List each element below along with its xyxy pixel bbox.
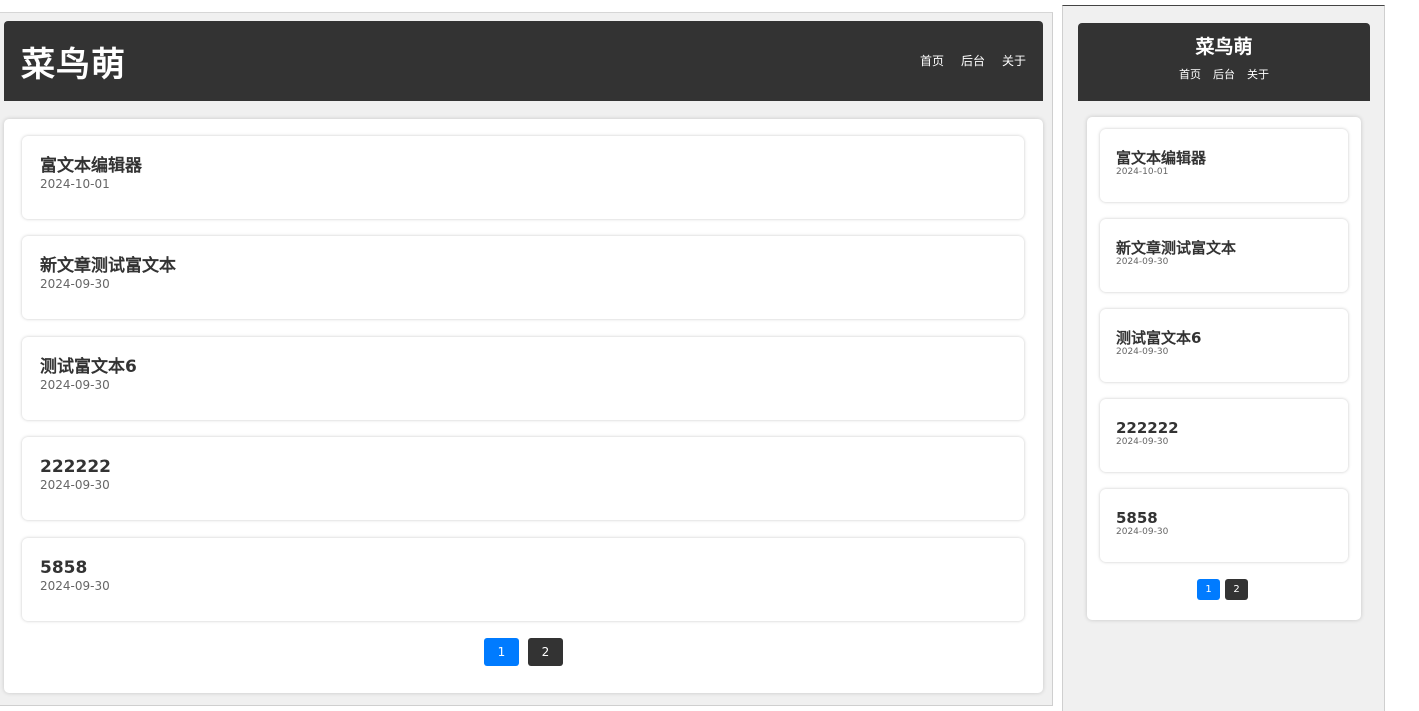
- post-title[interactable]: 5858: [1116, 509, 1332, 527]
- post-card[interactable]: 富文本编辑器 2024-10-01: [1100, 129, 1348, 202]
- site-logo[interactable]: 菜鸟萌: [21, 37, 126, 86]
- site-logo[interactable]: 菜鸟萌: [1078, 35, 1370, 59]
- post-card[interactable]: 5858 2024-09-30: [1100, 489, 1348, 562]
- post-card[interactable]: 222222 2024-09-30: [22, 437, 1024, 520]
- post-card[interactable]: 新文章测试富文本 2024-09-30: [1100, 219, 1348, 292]
- post-card[interactable]: 222222 2024-09-30: [1100, 399, 1348, 472]
- post-date: 2024-09-30: [1116, 257, 1169, 267]
- post-title[interactable]: 5858: [40, 558, 1006, 578]
- main-nav: 首页 后台 关于: [920, 52, 1026, 69]
- post-title[interactable]: 新文章测试富文本: [40, 256, 1006, 276]
- post-title[interactable]: 222222: [40, 457, 1006, 477]
- post-list-panel-mobile: 富文本编辑器 2024-10-01 新文章测试富文本 2024-09-30 测试…: [1087, 117, 1361, 620]
- post-title[interactable]: 222222: [1116, 419, 1332, 437]
- post-title[interactable]: 富文本编辑器: [40, 156, 1006, 176]
- page-button-1[interactable]: 1: [484, 638, 519, 666]
- pagination-mobile: 1 2: [1197, 579, 1248, 600]
- main-nav-mobile: 首页 后台 关于: [1078, 66, 1370, 82]
- nav-link-about[interactable]: 关于: [1002, 52, 1026, 69]
- post-card[interactable]: 测试富文本6 2024-09-30: [1100, 309, 1348, 382]
- post-date: 2024-09-30: [1116, 347, 1169, 357]
- post-title[interactable]: 富文本编辑器: [1116, 149, 1332, 167]
- post-title[interactable]: 测试富文本6: [1116, 329, 1332, 347]
- post-list-panel: 富文本编辑器 2024-10-01 新文章测试富文本 2024-09-30 测试…: [4, 119, 1043, 693]
- site-header: 菜鸟萌 首页 后台 关于: [4, 21, 1043, 101]
- page-button-2[interactable]: 2: [1225, 579, 1248, 600]
- nav-link-admin[interactable]: 后台: [961, 52, 985, 69]
- mobile-viewport: 菜鸟萌 首页 后台 关于 富文本编辑器 2024-10-01 新文章测试富文本 …: [1062, 5, 1385, 711]
- pagination: 1 2: [484, 638, 563, 666]
- nav-link-home[interactable]: 首页: [920, 52, 944, 69]
- post-date: 2024-09-30: [40, 277, 110, 291]
- post-date: 2024-09-30: [1116, 437, 1169, 447]
- desktop-viewport: 菜鸟萌 首页 后台 关于 富文本编辑器 2024-10-01 新文章测试富文本 …: [0, 12, 1053, 706]
- post-date: 2024-10-01: [40, 177, 110, 191]
- post-title[interactable]: 测试富文本6: [40, 357, 1006, 377]
- post-card[interactable]: 测试富文本6 2024-09-30: [22, 337, 1024, 420]
- post-date: 2024-10-01: [1116, 167, 1169, 177]
- post-date: 2024-09-30: [1116, 527, 1169, 537]
- nav-link-home[interactable]: 首页: [1179, 66, 1201, 82]
- nav-link-admin[interactable]: 后台: [1213, 66, 1235, 82]
- nav-link-about[interactable]: 关于: [1247, 66, 1269, 82]
- post-card[interactable]: 富文本编辑器 2024-10-01: [22, 136, 1024, 219]
- site-header-mobile: 菜鸟萌 首页 后台 关于: [1078, 23, 1370, 101]
- post-date: 2024-09-30: [40, 478, 110, 492]
- post-date: 2024-09-30: [40, 579, 110, 593]
- post-card[interactable]: 新文章测试富文本 2024-09-30: [22, 236, 1024, 319]
- page-button-2[interactable]: 2: [528, 638, 563, 666]
- post-card[interactable]: 5858 2024-09-30: [22, 538, 1024, 621]
- post-date: 2024-09-30: [40, 378, 110, 392]
- post-title[interactable]: 新文章测试富文本: [1116, 239, 1332, 257]
- page-button-1[interactable]: 1: [1197, 579, 1220, 600]
